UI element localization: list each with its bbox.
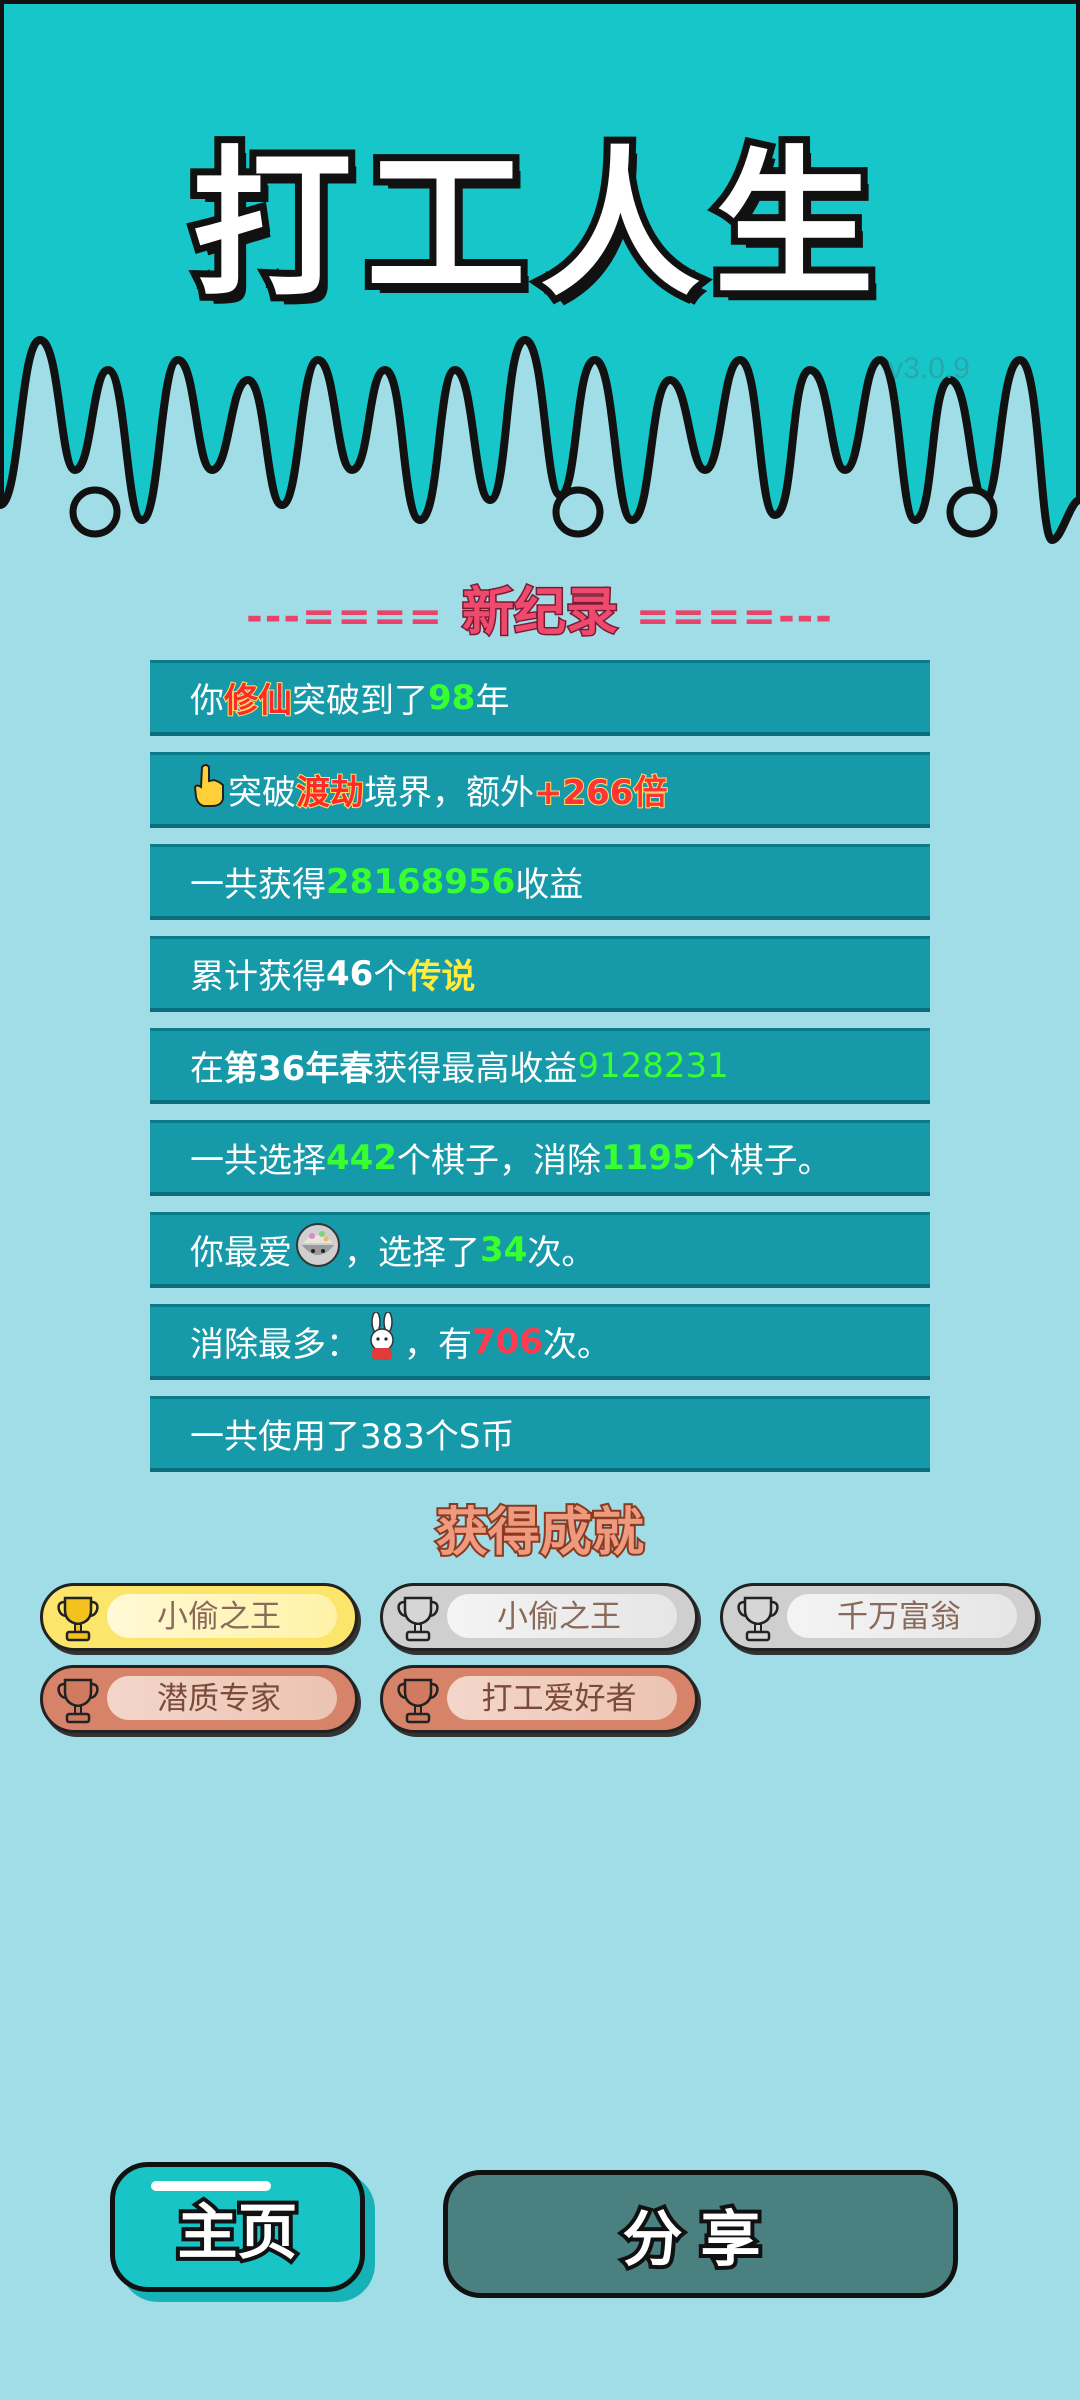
- trophy-bronze-icon: [57, 1676, 99, 1730]
- trophy-silver-icon: [397, 1594, 439, 1648]
- stat-text: 在: [190, 1049, 224, 1089]
- achievement-badge-bronze[interactable]: 潜质专家: [40, 1665, 358, 1733]
- stat-text: 境界，额外: [364, 773, 534, 813]
- stat-text: 次。: [542, 1325, 611, 1365]
- new-record-heading: ---==== 新纪录 ====---: [0, 570, 1080, 645]
- stat-text: 突破: [228, 773, 296, 813]
- stat-row-breakthrough: 突破 渡劫 境界，额外 +266倍: [150, 752, 930, 828]
- button-shine: [151, 2181, 271, 2191]
- rabbit-icon: [362, 1311, 402, 1371]
- achievement-badge-gold[interactable]: 小偷之王: [40, 1583, 358, 1651]
- stat-text: 个棋子，消除: [396, 1141, 601, 1181]
- stat-row-best-income: 在 第36年春 获得最高收益 9128231: [150, 1028, 930, 1104]
- trophy-gold-icon: [57, 1594, 99, 1648]
- achievements-title: 获得成就: [434, 1501, 646, 1565]
- stat-text: 消除最多：: [190, 1325, 360, 1365]
- badge-label: 小偷之王: [157, 1599, 281, 1635]
- stat-value: 1195: [600, 1137, 696, 1178]
- stat-text: 个: [373, 957, 408, 997]
- stat-row-legends: 累计获得 46 个传说: [150, 936, 930, 1012]
- stat-text: 获得最高收益: [373, 1049, 578, 1089]
- home-button[interactable]: 主页: [110, 2162, 365, 2292]
- pointing-hand-icon: [192, 763, 226, 816]
- header: 打工人生 v3.0.9: [0, 0, 1080, 560]
- share-button-label: 分享: [619, 2201, 779, 2279]
- stat-row-coins: 一共使用了383个S币: [150, 1396, 930, 1472]
- stats-list: 你修仙 突破到了 98 年 突破 渡劫 境界，额外 +266倍 一共获得 28168956 收益…: [150, 660, 930, 1488]
- stat-row-most-eliminated: 消除最多： ，有 706 次。: [150, 1304, 930, 1380]
- stat-row-favorite: 你最爱 ，选择了 34 次。: [150, 1212, 930, 1288]
- share-button[interactable]: 分享: [443, 2170, 958, 2298]
- badge-label: 打工爱好者: [481, 1681, 637, 1717]
- stat-text: ，有: [404, 1325, 472, 1365]
- stat-text: 个棋子。: [695, 1141, 832, 1181]
- home-button-label: 主页: [174, 2194, 302, 2272]
- app-title: 打工人生: [185, 124, 888, 325]
- stat-value: 34: [480, 1229, 528, 1270]
- stat-value: 28168956: [326, 861, 516, 902]
- new-record-title: 新纪录: [460, 582, 619, 645]
- stat-row-total-income: 一共获得 28168956 收益: [150, 844, 930, 920]
- badge-label: 小偷之王: [497, 1599, 621, 1635]
- achievement-badge-silver[interactable]: 小偷之王: [380, 1583, 698, 1651]
- deco-left: ---====: [246, 594, 444, 640]
- stat-value: 442: [326, 1137, 397, 1178]
- badge-label: 潜质专家: [157, 1681, 281, 1717]
- version-label: v3.0.9: [888, 352, 970, 385]
- stat-highlight: 传说: [407, 957, 476, 997]
- trophy-silver-icon: [737, 1594, 779, 1648]
- stat-text: 一共使用了383个S币: [190, 1417, 515, 1457]
- stat-highlight: 渡劫: [295, 772, 365, 814]
- stat-text: 一共选择: [190, 1141, 326, 1181]
- deco-right: ====---: [636, 594, 834, 640]
- stat-text: 突破到了: [292, 681, 428, 721]
- stat-value: 98: [428, 677, 476, 718]
- stat-highlight: 第36年春: [224, 1049, 374, 1089]
- stat-text: 累计获得: [190, 957, 326, 997]
- achievement-badge-bronze[interactable]: 打工爱好者: [380, 1665, 698, 1733]
- trophy-bronze-icon: [397, 1676, 439, 1730]
- rice-bowl-icon: [294, 1221, 342, 1278]
- stat-text: 你最爱: [190, 1233, 292, 1273]
- stat-text: 次。: [527, 1233, 596, 1273]
- stat-value: 46: [326, 953, 374, 994]
- stat-value: +266倍: [533, 772, 668, 814]
- stat-text: 你: [190, 681, 224, 721]
- stat-text: 年: [475, 681, 510, 721]
- stat-text: ，选择了: [344, 1233, 480, 1273]
- achievement-badge-silver[interactable]: 千万富翁: [720, 1583, 1038, 1651]
- stat-highlight: 修仙: [223, 680, 293, 722]
- stat-row-pieces: 一共选择 442 个棋子，消除 1195 个棋子。: [150, 1120, 930, 1196]
- stat-value: 9128231: [577, 1045, 729, 1086]
- badge-label: 千万富翁: [837, 1599, 961, 1635]
- stat-row-cultivation: 你修仙 突破到了 98 年: [150, 660, 930, 736]
- stat-text: 一共获得: [190, 865, 326, 905]
- stat-text: 收益: [515, 865, 584, 905]
- stat-value: 706: [472, 1321, 543, 1362]
